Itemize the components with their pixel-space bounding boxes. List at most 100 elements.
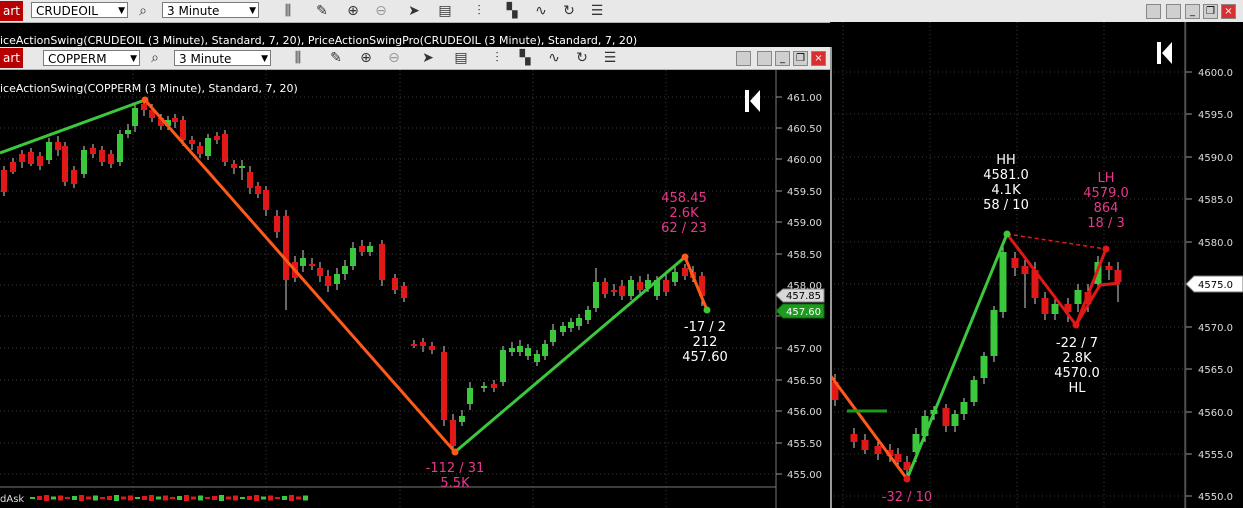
- volume-bar: [72, 496, 77, 500]
- lh-price: 4579.0: [1083, 186, 1129, 201]
- crudeoil-chart[interactable]: 4600.0 4595.0 4590.0 4585.0 4580.0 4570.…: [830, 22, 1243, 508]
- candle-body: [568, 322, 574, 328]
- last-volume: 212: [693, 335, 718, 350]
- axis-tick: 456.00: [787, 407, 822, 418]
- candle-body: [19, 154, 25, 162]
- candle-body: [379, 244, 385, 280]
- close-button[interactable]: ×: [811, 51, 826, 66]
- data-box-icon[interactable]: ▤: [436, 2, 454, 20]
- indicator-icon[interactable]: ∿: [545, 49, 563, 67]
- axis-tick: 4585.0: [1198, 195, 1233, 206]
- chart-tab[interactable]: art: [0, 1, 23, 21]
- axis-tick: 4570.0: [1198, 323, 1233, 334]
- volume-bar: [170, 497, 175, 499]
- pointer-icon[interactable]: ➤: [419, 49, 437, 67]
- candle-body: [534, 354, 540, 362]
- last-bars: -17 / 2: [684, 320, 726, 335]
- interval-selector[interactable]: 3 Minute ▼: [174, 50, 271, 66]
- axis-tick: 455.00: [787, 470, 822, 481]
- candle-body: [491, 384, 497, 388]
- candle-body: [55, 142, 61, 150]
- window-button[interactable]: [1166, 4, 1181, 19]
- zoom-in-icon[interactable]: ⊕: [344, 2, 362, 20]
- candle-body: [197, 146, 203, 154]
- candle-body: [117, 134, 123, 162]
- restore-button[interactable]: ❐: [793, 51, 808, 66]
- candle-body: [392, 278, 398, 290]
- candle-body: [10, 162, 16, 172]
- swing-point: [141, 96, 149, 104]
- hh-bars: 58 / 10: [983, 198, 1029, 213]
- data-box-icon[interactable]: ▤: [452, 49, 470, 67]
- candle-body: [99, 150, 105, 162]
- copperm-candles: [1, 98, 705, 450]
- interval-selector[interactable]: 3 Minute ▼: [162, 2, 259, 18]
- scale-icon[interactable]: ⫶: [488, 49, 506, 67]
- volume-bar: [65, 497, 70, 499]
- candle-body: [1021, 266, 1029, 274]
- scale-icon[interactable]: ⫶: [470, 2, 488, 20]
- lh-label: LH: [1097, 171, 1114, 186]
- zoom-in-icon[interactable]: ⊕: [357, 49, 375, 67]
- volume-bar: [128, 495, 133, 501]
- properties-icon[interactable]: ☰: [588, 2, 606, 20]
- volume-bar: [37, 496, 42, 500]
- candle-body: [1105, 266, 1113, 270]
- symbol-selector[interactable]: COPPERM ▼: [43, 50, 140, 66]
- restore-button[interactable]: ❐: [1203, 4, 1218, 19]
- pencil-icon[interactable]: ✎: [327, 49, 345, 67]
- pencil-icon[interactable]: ✎: [313, 2, 331, 20]
- window-button[interactable]: [736, 51, 751, 66]
- candle-body: [342, 266, 348, 274]
- candle-body: [999, 252, 1007, 312]
- candle-body: [450, 420, 456, 446]
- properties-icon[interactable]: ☰: [601, 49, 619, 67]
- candle-body: [62, 146, 68, 182]
- window-button[interactable]: [757, 51, 772, 66]
- brand-logo-icon: [745, 90, 760, 112]
- candle-body: [334, 274, 340, 284]
- candle-body: [481, 386, 487, 388]
- volume-bar: [51, 496, 56, 500]
- pointer-icon[interactable]: ➤: [405, 2, 423, 20]
- refresh-icon[interactable]: ↻: [560, 2, 578, 20]
- close-button[interactable]: ×: [1221, 4, 1236, 19]
- swing-point: [451, 448, 459, 456]
- copperm-chart[interactable]: 461.00 460.50 460.00 459.50 459.00 458.5…: [0, 70, 828, 508]
- chevron-down-icon: ▼: [261, 54, 268, 64]
- bar-type-icon[interactable]: ⫼: [289, 49, 307, 67]
- swing-point: [903, 475, 911, 483]
- volume-bar: [247, 496, 252, 500]
- hl-price: 4570.0: [1054, 366, 1100, 381]
- indicator-icon[interactable]: ∿: [532, 2, 550, 20]
- steps-icon[interactable]: ▚: [516, 49, 534, 67]
- search-icon[interactable]: ⌕: [146, 49, 164, 67]
- chart-tab[interactable]: art: [0, 48, 23, 68]
- low-volume: 5.5K: [440, 476, 470, 491]
- candle-body: [1051, 304, 1059, 314]
- candle-body: [274, 216, 280, 232]
- volume-bar: [233, 495, 238, 501]
- volume-bar: [296, 496, 301, 500]
- minimize-button[interactable]: _: [775, 51, 790, 66]
- hh-volume: 4.1K: [991, 183, 1021, 198]
- refresh-icon[interactable]: ↻: [573, 49, 591, 67]
- zoom-out-icon[interactable]: ⊖: [385, 49, 403, 67]
- symbol-value: CRUDEOIL: [36, 4, 98, 18]
- candle-body: [1, 170, 7, 192]
- search-icon[interactable]: ⌕: [134, 2, 152, 20]
- volume-bar: [163, 495, 168, 501]
- steps-icon[interactable]: ▚: [503, 2, 521, 20]
- swing-up-line: [0, 98, 146, 155]
- window-button[interactable]: [1146, 4, 1161, 19]
- candle-body: [593, 282, 599, 308]
- current-price-tag: 4575.0: [1185, 275, 1243, 293]
- symbol-selector[interactable]: CRUDEOIL ▼: [31, 2, 128, 18]
- price-tag-grey-value: 457.85: [786, 291, 821, 302]
- bar-type-icon[interactable]: ⫼: [279, 2, 297, 20]
- zoom-out-icon[interactable]: ⊖: [372, 2, 390, 20]
- axis-tick: 456.50: [787, 376, 822, 387]
- candle-body: [611, 290, 617, 292]
- candle-body: [585, 310, 591, 320]
- minimize-button[interactable]: _: [1185, 4, 1200, 19]
